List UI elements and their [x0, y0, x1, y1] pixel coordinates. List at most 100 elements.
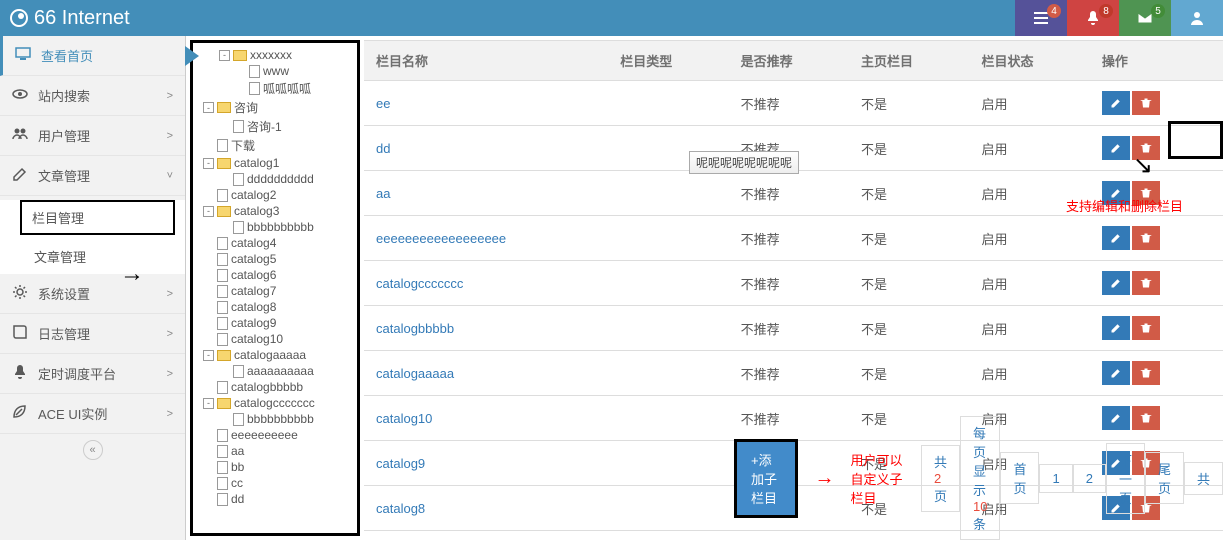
- tree-toggle-icon[interactable]: -: [203, 350, 214, 361]
- edit-button[interactable]: [1102, 361, 1130, 385]
- tree-file-node[interactable]: eeeeeeeeee: [195, 427, 355, 443]
- catalog-rec: 不推荐: [729, 171, 849, 216]
- edit-button[interactable]: [1102, 316, 1130, 340]
- catalog-type: [608, 216, 728, 261]
- catalog-name-link[interactable]: ee: [364, 81, 608, 126]
- tree-folder-node[interactable]: -xxxxxxx: [195, 47, 355, 63]
- tree-file-node[interactable]: dd: [195, 491, 355, 507]
- catalog-name-link[interactable]: eeeeeeeeeeeeeeeeee: [364, 216, 608, 261]
- category-tree: -xxxxxxxwww呱呱呱呱-咨询咨询-1下载-catalog1ddddddd…: [190, 40, 360, 536]
- tree-folder-node[interactable]: -咨询: [195, 98, 355, 117]
- tree-file-node[interactable]: bb: [195, 459, 355, 475]
- tree-file-node[interactable]: 下载: [195, 136, 355, 155]
- tree-file-node[interactable]: dddddddddd: [195, 171, 355, 187]
- tree-file-node[interactable]: catalog6: [195, 267, 355, 283]
- catalog-type: [608, 486, 728, 531]
- sidebar-sub-0[interactable]: 栏目管理: [20, 200, 175, 235]
- sidebar-item-2[interactable]: 用户管理 ˃: [0, 116, 185, 156]
- tree-file-node[interactable]: catalog7: [195, 283, 355, 299]
- sidebar-label: 用户管理: [38, 126, 90, 145]
- tree-file-node[interactable]: bbbbbbbbbb: [195, 219, 355, 235]
- page-size[interactable]: 每页显示10条: [960, 416, 1000, 540]
- delete-button[interactable]: [1132, 226, 1160, 250]
- tree-folder-node[interactable]: -catalog3: [195, 203, 355, 219]
- delete-button[interactable]: [1132, 361, 1160, 385]
- page-2[interactable]: 2: [1073, 464, 1106, 493]
- tree-file-node[interactable]: bbbbbbbbbb: [195, 411, 355, 427]
- add-subcategory-button[interactable]: +添加子栏目: [734, 439, 798, 518]
- catalog-name-link[interactable]: dd: [364, 126, 608, 171]
- edit-button[interactable]: [1102, 271, 1130, 295]
- sidebar-collapse[interactable]: «: [0, 434, 185, 466]
- edit-button[interactable]: [1102, 91, 1130, 115]
- tree-toggle-icon[interactable]: -: [203, 398, 214, 409]
- edit-button[interactable]: [1102, 226, 1130, 250]
- tree-file-node[interactable]: 呱呱呱呱: [195, 79, 355, 98]
- sidebar-item-4[interactable]: 系统设置˃: [0, 274, 185, 314]
- tree-label: 呱呱呱呱: [263, 80, 311, 97]
- tree-file-node[interactable]: catalog9: [195, 315, 355, 331]
- tree-label: catalog8: [231, 300, 276, 314]
- arrow-right-icon: →: [814, 467, 834, 490]
- sidebar-item-0[interactable]: 查看首页: [0, 36, 185, 76]
- tree-toggle-icon[interactable]: -: [219, 50, 230, 61]
- catalog-name-link[interactable]: catalog8: [364, 486, 608, 531]
- catalog-actions: [1090, 261, 1223, 306]
- tree-label: 咨询-1: [247, 118, 282, 135]
- sidebar-item-7[interactable]: ACE UI实例˃: [0, 394, 185, 434]
- sidebar-label: 系统设置: [38, 284, 90, 303]
- catalog-name-link[interactable]: catalogbbbbb: [364, 306, 608, 351]
- page-last[interactable]: 尾页: [1145, 452, 1184, 504]
- sidebar-item-6[interactable]: 定时调度平台˃: [0, 354, 185, 394]
- tree-file-node[interactable]: catalog5: [195, 251, 355, 267]
- delete-button[interactable]: [1132, 316, 1160, 340]
- chevron-right-icon: ˃: [167, 328, 173, 340]
- tree-folder-node[interactable]: -catalogaaaaa: [195, 347, 355, 363]
- tree-toggle-icon[interactable]: -: [203, 158, 214, 169]
- catalog-name-link[interactable]: catalogccccccc: [364, 261, 608, 306]
- page-1[interactable]: 1: [1039, 464, 1072, 493]
- mail-button[interactable]: 5: [1119, 0, 1171, 36]
- sidebar-item-3[interactable]: 文章管理˅: [0, 156, 185, 196]
- tree-file-node[interactable]: catalog4: [195, 235, 355, 251]
- page-first[interactable]: 首页: [1000, 452, 1039, 504]
- table-row: eeeeeeeeeeeeeeeeee不推荐不是启用: [364, 216, 1223, 261]
- tree-file-node[interactable]: cc: [195, 475, 355, 491]
- sidebar-sub-1[interactable]: 文章管理: [0, 239, 185, 274]
- tree-label: eeeeeeeeee: [231, 428, 298, 442]
- tree-label: catalog9: [231, 316, 276, 330]
- file-icon: [249, 82, 260, 95]
- delete-button[interactable]: [1132, 271, 1160, 295]
- page-next[interactable]: 下一页: [1106, 443, 1145, 514]
- brand[interactable]: 66 Internet: [10, 7, 130, 30]
- delete-button[interactable]: [1132, 91, 1160, 115]
- tree-file-node[interactable]: catalog2: [195, 187, 355, 203]
- col-header-1: 栏目类型: [608, 41, 728, 81]
- catalog-name-link[interactable]: catalog10: [364, 396, 608, 441]
- tree-file-node[interactable]: catalog8: [195, 299, 355, 315]
- tree-label: 下载: [231, 137, 255, 154]
- catalog-name-link[interactable]: catalogaaaaa: [364, 351, 608, 396]
- tree-file-node[interactable]: aa: [195, 443, 355, 459]
- catalog-name-link[interactable]: catalog9: [364, 441, 608, 486]
- tree-file-node[interactable]: catalogbbbbb: [195, 379, 355, 395]
- tree-toggle-icon[interactable]: -: [203, 102, 214, 113]
- sidebar-label: 站内搜索: [38, 86, 90, 105]
- tree-folder-node[interactable]: -catalogccccccc: [195, 395, 355, 411]
- tree-file-node[interactable]: catalog10: [195, 331, 355, 347]
- alerts-button[interactable]: 8: [1067, 0, 1119, 36]
- chevron-right-icon: ˃: [167, 130, 173, 142]
- user-button[interactable]: [1171, 0, 1223, 36]
- table-row: catalogaaaaa不推荐不是启用: [364, 351, 1223, 396]
- catalog-name-link[interactable]: aa: [364, 171, 608, 216]
- sidebar-item-5[interactable]: 日志管理˃: [0, 314, 185, 354]
- tree-file-node[interactable]: aaaaaaaaaa: [195, 363, 355, 379]
- tasks-button[interactable]: 4: [1015, 0, 1067, 36]
- sidebar-item-1[interactable]: 站内搜索˃: [0, 76, 185, 116]
- tree-folder-node[interactable]: -catalog1: [195, 155, 355, 171]
- tree-file-node[interactable]: www: [195, 63, 355, 79]
- catalog-home: 不是: [849, 216, 969, 261]
- tree-toggle-icon[interactable]: -: [203, 206, 214, 217]
- tree-file-node[interactable]: 咨询-1: [195, 117, 355, 136]
- edit-button[interactable]: [1102, 136, 1130, 160]
